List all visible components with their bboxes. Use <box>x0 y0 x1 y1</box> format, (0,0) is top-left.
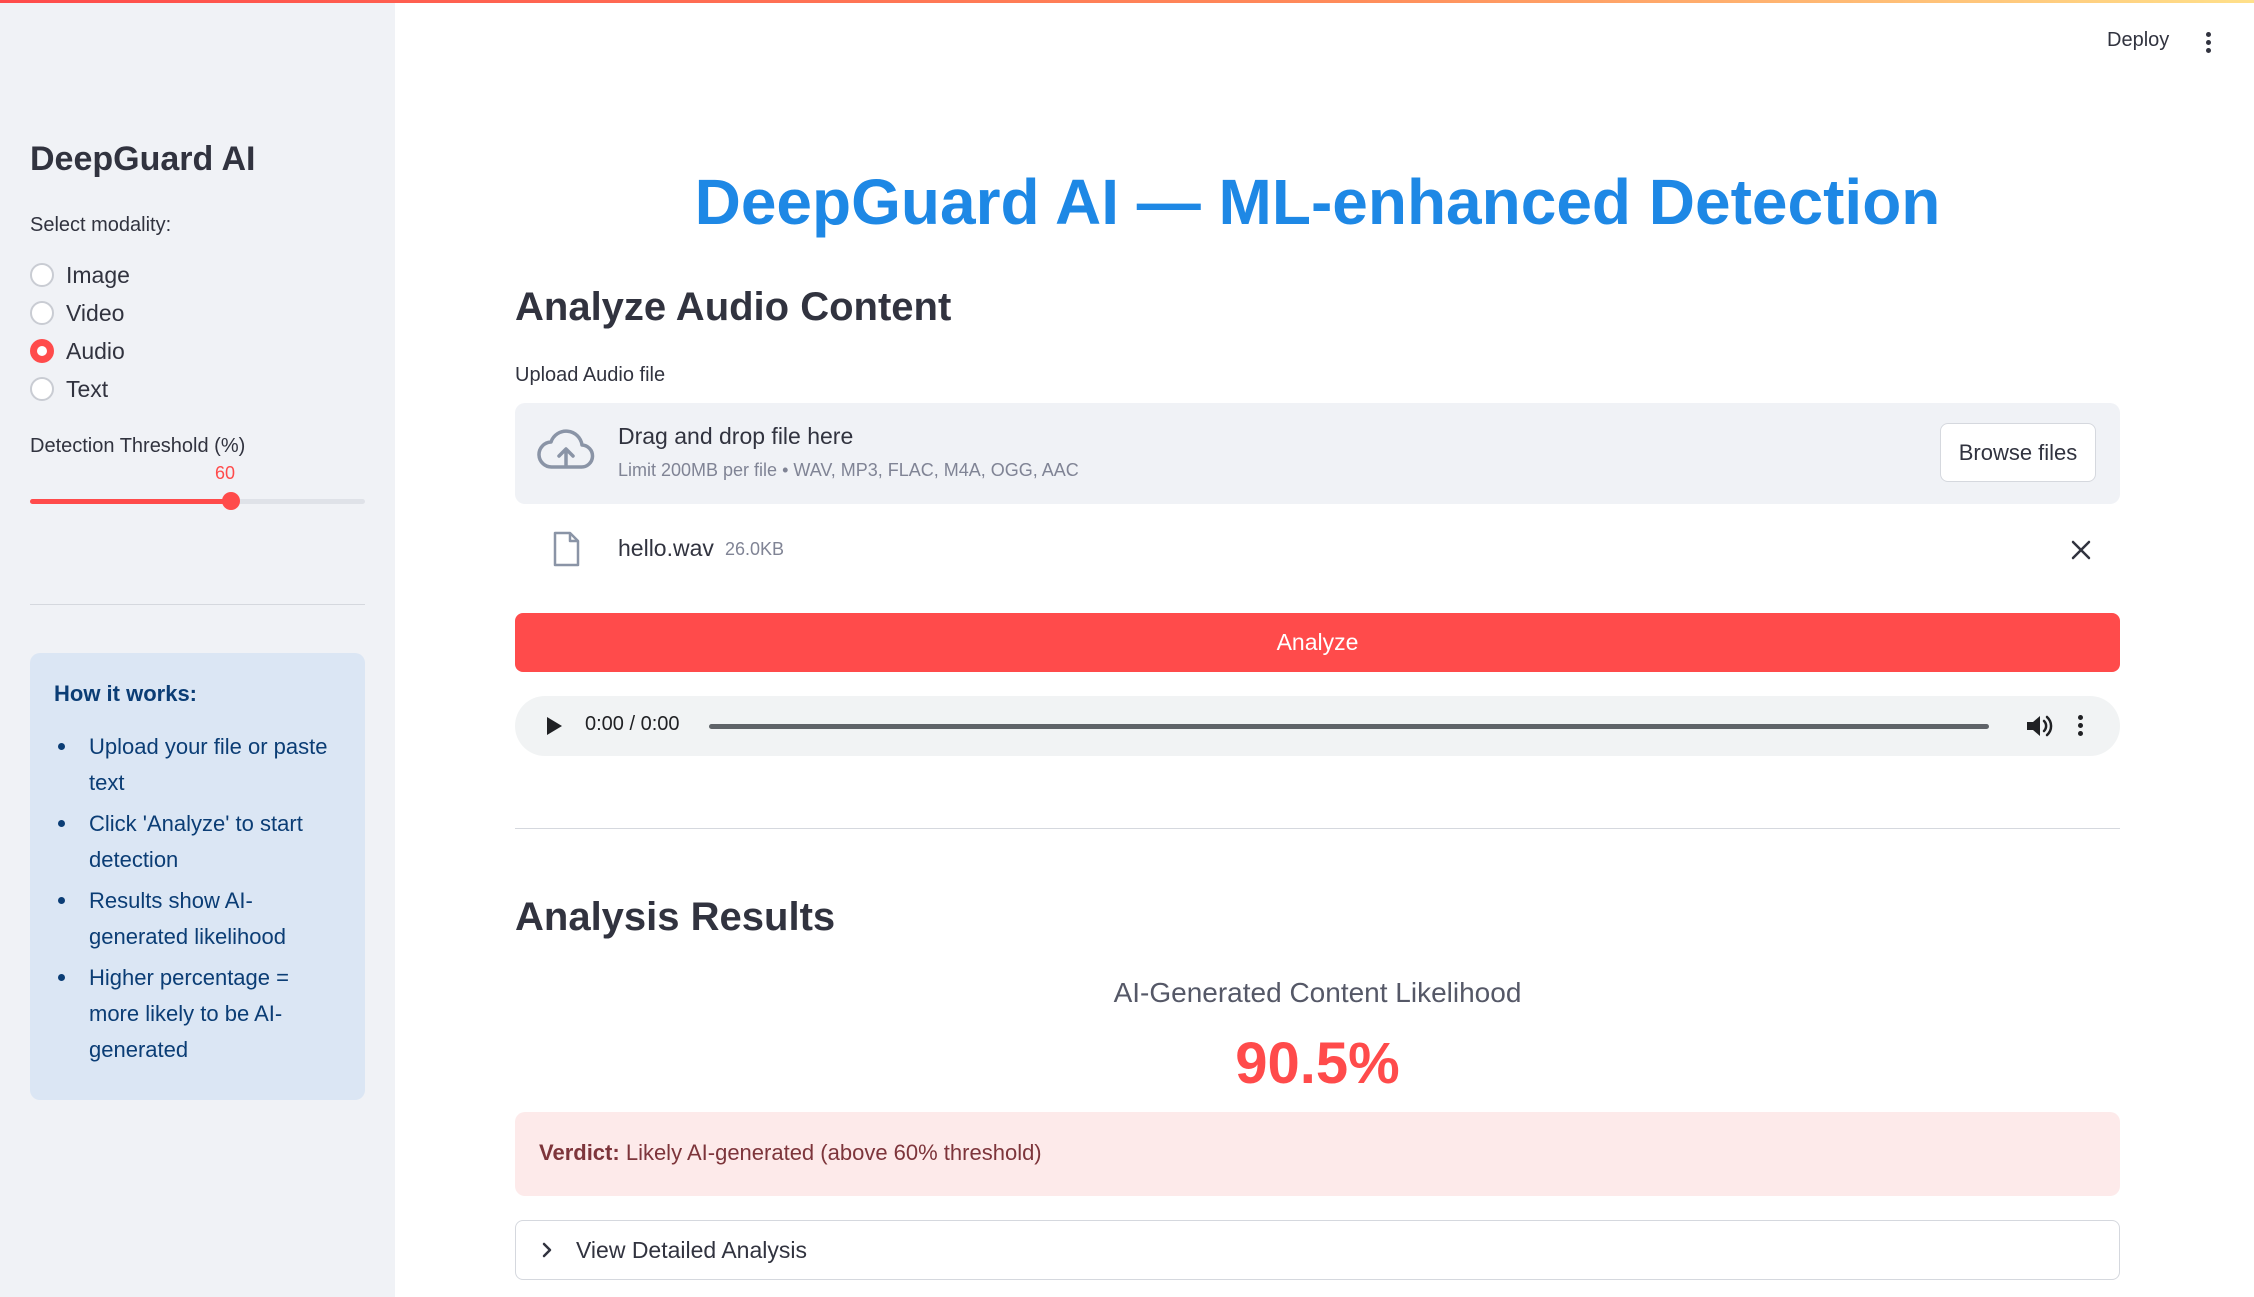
file-icon <box>553 531 580 567</box>
threshold-value: 60 <box>215 463 236 483</box>
radio-circle[interactable] <box>30 377 54 401</box>
modality-radio-group: Image Video Audio Text <box>30 256 130 408</box>
radio-circle[interactable] <box>30 301 54 325</box>
modality-label: Select modality: <box>30 214 172 236</box>
radio-label: Image <box>66 261 130 288</box>
audio-progress-bar[interactable] <box>709 724 1989 729</box>
radio-text[interactable]: Text <box>30 370 130 408</box>
slider-fill <box>30 499 231 504</box>
radio-image[interactable]: Image <box>30 256 130 294</box>
radio-circle[interactable] <box>30 263 54 287</box>
chevron-right-icon <box>542 1242 552 1258</box>
radio-audio[interactable]: Audio <box>30 332 130 370</box>
radio-label: Text <box>66 375 109 402</box>
dropzone-limit: Limit 200MB per file • WAV, MP3, FLAC, M… <box>618 460 1079 480</box>
section-divider <box>515 828 2120 829</box>
main-menu-icon[interactable] <box>2198 30 2218 56</box>
how-it-works-list: Upload your file or paste text Click 'An… <box>54 729 341 1068</box>
verdict-text: Likely AI-generated (above 60% threshold… <box>625 1140 1042 1165</box>
upload-label: Upload Audio file <box>515 364 666 386</box>
list-item: Upload your file or paste text <box>54 729 341 801</box>
file-name: hello.wav <box>618 535 714 561</box>
cloud-upload-icon <box>537 429 595 469</box>
file-dropzone[interactable]: Drag and drop file here Limit 200MB per … <box>515 403 2120 504</box>
list-item: Click 'Analyze' to start detection <box>54 806 341 878</box>
top-accent-bar <box>0 0 2254 3</box>
how-it-works-title: How it works: <box>54 681 198 706</box>
sidebar-divider <box>30 604 365 605</box>
detailed-analysis-expander[interactable]: View Detailed Analysis <box>515 1220 2120 1280</box>
results-heading: Analysis Results <box>515 895 836 939</box>
verdict-prefix: Verdict: <box>539 1140 620 1165</box>
close-icon[interactable] <box>2070 539 2092 561</box>
sidebar-title: DeepGuard AI <box>30 140 256 178</box>
threshold-label: Detection Threshold (%) <box>30 435 246 457</box>
browse-files-button[interactable]: Browse files <box>1940 423 2096 482</box>
file-size: 26.0KB <box>725 539 785 559</box>
radio-label: Audio <box>66 337 125 364</box>
volume-icon[interactable] <box>2025 713 2053 739</box>
uploaded-file-row: hello.wav 26.0KB <box>515 523 2120 579</box>
verdict-alert: Verdict: Likely AI-generated (above 60% … <box>515 1112 2120 1196</box>
radio-label: Video <box>66 299 125 326</box>
audio-more-icon[interactable] <box>2075 713 2085 739</box>
analyze-button[interactable]: Analyze <box>515 613 2120 672</box>
page-title: DeepGuard AI — ML-enhanced Detection <box>694 166 1941 238</box>
slider-thumb[interactable] <box>222 492 240 510</box>
section-heading: Analyze Audio Content <box>515 285 952 329</box>
list-item: Results show AI-generated likelihood <box>54 883 341 955</box>
threshold-slider[interactable] <box>30 492 365 510</box>
how-it-works-box: How it works: Upload your file or paste … <box>30 653 365 1100</box>
audio-time: 0:00 / 0:00 <box>585 713 680 735</box>
list-item: Higher percentage = more likely to be AI… <box>54 960 341 1068</box>
expander-label: View Detailed Analysis <box>576 1237 807 1263</box>
audio-player: 0:00 / 0:00 <box>515 696 2120 756</box>
radio-circle-selected[interactable] <box>30 339 54 363</box>
dropzone-text: Drag and drop file here <box>618 423 854 449</box>
play-icon[interactable] <box>545 716 563 736</box>
deploy-button[interactable]: Deploy <box>2107 29 2169 52</box>
metric-value: 90.5% <box>1235 1031 1400 1096</box>
metric-label: AI-Generated Content Likelihood <box>1113 977 1522 1008</box>
radio-video[interactable]: Video <box>30 294 130 332</box>
sidebar: DeepGuard AI Select modality: Image Vide… <box>0 0 395 1297</box>
